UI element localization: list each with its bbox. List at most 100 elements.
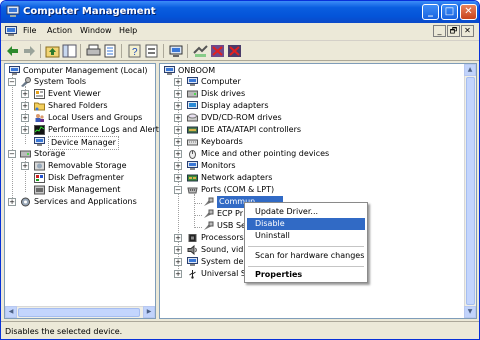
tree-label: System Tools: [34, 77, 87, 86]
tree-label: Disk Defragmenter: [48, 173, 125, 182]
services-icon: [21, 197, 30, 207]
keyboard-icon: [187, 139, 198, 146]
expand-toggle[interactable]: +: [21, 162, 29, 170]
tree-label: DVD/CD-ROM drives: [201, 113, 282, 122]
help-icon[interactable]: ?: [127, 44, 142, 58]
ide-controller-icon: [187, 126, 198, 134]
tree-label: Keyboards: [201, 137, 243, 146]
horizontal-scrollbar[interactable]: ◀ ▶: [5, 306, 155, 318]
menu-separator: [248, 266, 364, 267]
title-bar[interactable]: Computer Management _ □ ✕: [1, 1, 479, 23]
child-restore-button[interactable]: 🗗: [447, 25, 460, 37]
console-tree-pane[interactable]: Computer Management (Local) − System Too…: [4, 63, 163, 319]
scan-hardware-icon[interactable]: [169, 44, 184, 58]
status-bar: Disables the selected device.: [1, 321, 479, 339]
properties-icon[interactable]: [144, 44, 159, 58]
print-icon[interactable]: [86, 44, 101, 58]
computer-management-icon: [6, 5, 20, 17]
expand-toggle[interactable]: +: [21, 102, 29, 110]
expand-toggle[interactable]: +: [174, 234, 182, 242]
expand-toggle[interactable]: +: [21, 114, 29, 122]
expand-toggle[interactable]: +: [174, 114, 182, 122]
tree-label: Disk Management: [48, 185, 121, 194]
tree-label: Event Viewer: [48, 89, 101, 98]
expand-toggle[interactable]: +: [174, 162, 182, 170]
tree-label: Removable Storage: [48, 161, 127, 170]
expand-toggle[interactable]: +: [174, 138, 182, 146]
computer-icon: [187, 77, 198, 86]
usb-icon: [189, 270, 196, 279]
tree-label: Disk drives: [201, 89, 246, 98]
expand-toggle[interactable]: +: [174, 270, 182, 278]
tools-icon: [21, 77, 31, 87]
toolbar-separator: [121, 44, 122, 58]
menu-window[interactable]: Window: [80, 26, 112, 35]
toolbar-separator: [40, 44, 41, 58]
scroll-thumb[interactable]: [18, 308, 140, 317]
mouse-icon: [189, 150, 196, 159]
context-properties[interactable]: Properties: [247, 269, 365, 281]
toolbar-separator: [80, 44, 81, 58]
child-close-button[interactable]: ✕: [461, 25, 474, 37]
tree-label: Network adapters: [201, 173, 273, 182]
vertical-scrollbar[interactable]: ▲ ▼: [464, 64, 476, 318]
port-icon: [187, 187, 198, 194]
expand-toggle[interactable]: +: [174, 126, 182, 134]
toolbar: ?: [1, 42, 479, 61]
performance-icon: [34, 125, 45, 135]
expand-toggle[interactable]: +: [21, 90, 29, 98]
uninstall-icon[interactable]: [210, 44, 225, 58]
show-hide-tree-icon[interactable]: [62, 44, 77, 58]
expand-toggle[interactable]: +: [21, 126, 29, 134]
menu-action[interactable]: Action: [47, 26, 72, 35]
main-window: Computer Management _ □ ✕ File Action Wi…: [0, 0, 480, 340]
disable-device-icon[interactable]: [227, 44, 242, 58]
tree-label: Mice and other pointing devices: [201, 149, 330, 158]
maximize-button[interactable]: □: [441, 4, 458, 20]
computer-management-icon: [9, 66, 20, 75]
network-adapter-icon: [187, 174, 198, 182]
context-update-driver[interactable]: Update Driver...: [247, 206, 365, 218]
menu-file[interactable]: File: [23, 26, 36, 35]
child-minimize-button[interactable]: _: [433, 25, 446, 37]
context-uninstall[interactable]: Uninstall: [247, 230, 365, 242]
menu-bar: File Action Window Help _ 🗗 ✕: [1, 23, 479, 41]
svg-text:?: ?: [132, 47, 138, 58]
up-level-icon[interactable]: [45, 44, 60, 58]
collapse-toggle[interactable]: −: [8, 78, 16, 86]
scroll-left-arrow[interactable]: ◀: [5, 306, 17, 318]
tree-label: System de: [201, 257, 244, 266]
port-connector-icon: [204, 197, 214, 206]
defrag-icon: [34, 173, 45, 183]
tree-label: Sound, vid: [201, 245, 244, 254]
window-title: Computer Management: [23, 6, 156, 17]
scroll-right-arrow[interactable]: ▶: [143, 306, 155, 318]
expand-toggle[interactable]: +: [174, 258, 182, 266]
menu-help[interactable]: Help: [119, 26, 137, 35]
close-button[interactable]: ✕: [460, 4, 477, 20]
expand-toggle[interactable]: +: [174, 78, 182, 86]
expand-toggle[interactable]: +: [174, 174, 182, 182]
expand-toggle[interactable]: +: [8, 198, 16, 206]
computer-icon: [164, 66, 175, 75]
update-driver-icon[interactable]: [193, 44, 208, 58]
storage-icon: [20, 150, 31, 158]
expand-toggle[interactable]: +: [174, 102, 182, 110]
minimize-button[interactable]: _: [422, 4, 439, 20]
scroll-thumb[interactable]: [466, 77, 475, 305]
collapse-toggle[interactable]: −: [8, 150, 16, 158]
collapse-toggle[interactable]: −: [174, 186, 182, 194]
back-arrow-icon[interactable]: [5, 44, 20, 58]
context-disable[interactable]: Disable: [247, 218, 365, 230]
port-connector-icon: [204, 221, 214, 230]
forward-arrow-icon[interactable]: [22, 44, 37, 58]
expand-toggle[interactable]: +: [174, 150, 182, 158]
expand-toggle[interactable]: +: [174, 246, 182, 254]
scroll-down-arrow[interactable]: ▼: [464, 306, 476, 318]
context-scan-hardware[interactable]: Scan for hardware changes: [247, 250, 365, 262]
app-menu-icon[interactable]: [5, 26, 17, 37]
export-list-icon[interactable]: [103, 44, 118, 58]
scroll-up-arrow[interactable]: ▲: [464, 64, 476, 76]
expand-toggle[interactable]: +: [174, 90, 182, 98]
system-device-icon: [187, 257, 198, 266]
